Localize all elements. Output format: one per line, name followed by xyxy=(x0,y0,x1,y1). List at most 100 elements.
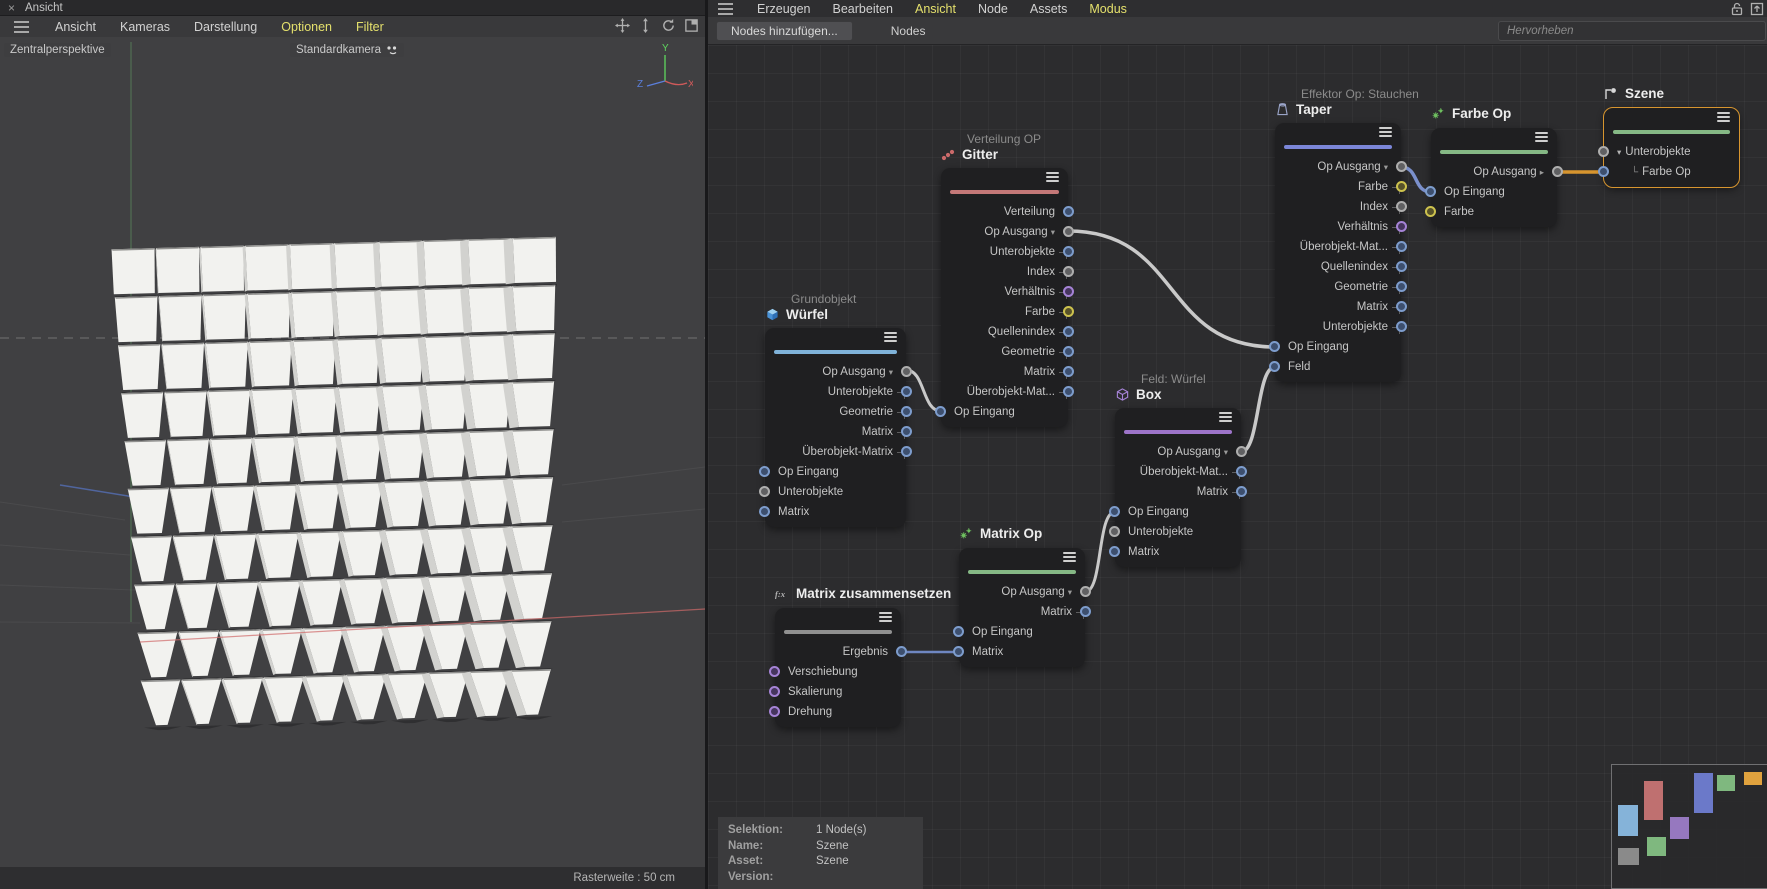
port-in-drehung[interactable] xyxy=(769,706,780,717)
dropdown-arrow-icon[interactable]: ▾ xyxy=(889,367,893,377)
close-icon[interactable]: × xyxy=(8,1,15,15)
3d-viewport[interactable]: Zentralperspektive Standardkamera Y Z X … xyxy=(0,37,705,889)
port-out-ergebnis[interactable] xyxy=(896,646,907,657)
port-label: Geometrie xyxy=(1334,281,1388,293)
port-out-index[interactable] xyxy=(1396,201,1407,212)
maximize-icon[interactable] xyxy=(684,18,699,33)
node-name: Taper xyxy=(1296,102,1332,117)
pan-icon[interactable] xyxy=(615,18,630,33)
port-in-op-eingang[interactable] xyxy=(935,406,946,417)
port-out-op-ausgang[interactable] xyxy=(1236,446,1247,457)
port-out-index[interactable] xyxy=(1063,266,1074,277)
node-menu-icon[interactable] xyxy=(1535,136,1548,138)
node-szene[interactable]: ▾Unterobjekte└Farbe Op xyxy=(1604,108,1739,187)
node-gitter[interactable]: VerteilungOp Ausgang▾UnterobjekteIndexVe… xyxy=(941,168,1068,427)
dropdown-arrow-icon[interactable]: ▾ xyxy=(1068,587,1072,597)
dolly-icon[interactable] xyxy=(638,18,653,33)
port-out-quellenindex[interactable] xyxy=(1063,326,1074,337)
dropdown-arrow-icon[interactable]: ▸ xyxy=(1540,167,1544,177)
camera-name-label[interactable]: Standardkamera xyxy=(290,43,404,57)
port-in-skalierung[interactable] xyxy=(769,686,780,697)
axis-gizmo[interactable]: Y Z X xyxy=(633,41,693,91)
port-out-überobjekt-mat-[interactable] xyxy=(1063,386,1074,397)
port-out-unterobjekte[interactable] xyxy=(1063,246,1074,257)
port-out-unterobjekte[interactable] xyxy=(901,386,912,397)
port-out-farbe[interactable] xyxy=(1063,306,1074,317)
port-in-unterobjekte[interactable] xyxy=(1598,146,1609,157)
port-out-überobjekt-mat-[interactable] xyxy=(1236,466,1247,477)
menu-darstellung[interactable]: Darstellung xyxy=(194,20,257,34)
rotate-icon[interactable] xyxy=(661,18,676,33)
port-out-op-ausgang[interactable] xyxy=(901,366,912,377)
cube-purple-icon xyxy=(1115,388,1129,402)
node-taper[interactable]: Op Ausgang▾FarbeIndexVerhältnisÜberobjek… xyxy=(1275,123,1401,382)
port-out-farbe[interactable] xyxy=(1396,181,1407,192)
port-out-matrix[interactable] xyxy=(1063,366,1074,377)
port-in-op-eingang[interactable] xyxy=(1109,506,1120,517)
port-out-matrix[interactable] xyxy=(1236,486,1247,497)
perspective-label[interactable]: Zentralperspektive xyxy=(4,43,111,57)
port-out-op-ausgang[interactable] xyxy=(1552,166,1563,177)
port-out-verteilung[interactable] xyxy=(1063,206,1074,217)
port-in-op-eingang[interactable] xyxy=(1425,186,1436,197)
node-graph-canvas[interactable]: GrundobjektWürfelOp Ausgang▾Unterobjekte… xyxy=(708,45,1767,889)
node-matrix-zusammensetzen[interactable]: ErgebnisVerschiebungSkalierungDrehung xyxy=(775,608,901,727)
port-out-geometrie[interactable] xyxy=(1396,281,1407,292)
port-out-matrix[interactable] xyxy=(901,426,912,437)
port-out-quellenindex[interactable] xyxy=(1396,261,1407,272)
port-out-unterobjekte[interactable] xyxy=(1396,321,1407,332)
port-out-op-ausgang[interactable] xyxy=(1063,226,1074,237)
port-label: Unterobjekte xyxy=(828,386,893,398)
port-out-matrix[interactable] xyxy=(1080,606,1091,617)
port-in-matrix[interactable] xyxy=(953,646,964,657)
port-in-op-eingang[interactable] xyxy=(759,466,770,477)
dropdown-arrow-icon[interactable]: ▾ xyxy=(1384,162,1388,172)
dropdown-arrow-icon[interactable]: ▾ xyxy=(1051,227,1055,237)
node-wuerfel[interactable]: Op Ausgang▾UnterobjekteGeometrieMatrixÜb… xyxy=(765,328,906,527)
port-label: Überobjekt-Mat... xyxy=(1140,466,1228,478)
port-out-geometrie[interactable] xyxy=(1063,346,1074,357)
node-box[interactable]: Op Ausgang▾Überobjekt-Mat...MatrixOp Ein… xyxy=(1115,408,1241,567)
node-farbe-op[interactable]: Op Ausgang▸Op EingangFarbe xyxy=(1431,128,1557,227)
port-in-verschiebung[interactable] xyxy=(769,666,780,677)
port-in-matrix[interactable] xyxy=(759,506,770,517)
port-out-matrix[interactable] xyxy=(1396,301,1407,312)
hamburger-icon[interactable] xyxy=(14,26,29,28)
node-menu-icon[interactable] xyxy=(884,336,897,338)
port-out-überobjekt-mat-[interactable] xyxy=(1396,241,1407,252)
port-out-op-ausgang[interactable] xyxy=(1396,161,1407,172)
node-menu-icon[interactable] xyxy=(1717,116,1730,118)
port-in-unterobjekte[interactable] xyxy=(1109,526,1120,537)
node-menu-icon[interactable] xyxy=(879,616,892,618)
node-matrix-op[interactable]: Op Ausgang▾MatrixOp EingangMatrix xyxy=(959,548,1085,667)
gears-green-icon xyxy=(959,527,973,541)
minimap[interactable] xyxy=(1611,764,1767,889)
menu-kameras[interactable]: Kameras xyxy=(120,20,170,34)
port-out-verhältnis[interactable] xyxy=(1063,286,1074,297)
port-out-geometrie[interactable] xyxy=(901,406,912,417)
expand-triangle-icon[interactable]: ▾ xyxy=(1617,147,1621,157)
port-out-verhältnis[interactable] xyxy=(1396,221,1407,232)
port-in-feld[interactable] xyxy=(1269,361,1280,372)
node-menu-icon[interactable] xyxy=(1046,176,1059,178)
port-in-farbe-op[interactable] xyxy=(1598,166,1609,177)
node-menu-icon[interactable] xyxy=(1063,556,1076,558)
port-out-op-ausgang[interactable] xyxy=(1080,586,1091,597)
port-in-matrix[interactable] xyxy=(1109,546,1120,557)
port-in-unterobjekte[interactable] xyxy=(759,486,770,497)
menu-ansicht[interactable]: Ansicht xyxy=(55,20,96,34)
dropdown-arrow-icon[interactable]: ▾ xyxy=(1224,447,1228,457)
node-menu-icon[interactable] xyxy=(1379,131,1392,133)
menu-filter[interactable]: Filter xyxy=(356,20,384,34)
port-in-op-eingang[interactable] xyxy=(1269,341,1280,352)
port-in-farbe[interactable] xyxy=(1425,206,1436,217)
node-color-strip xyxy=(968,570,1076,574)
port-out-überobjekt-matrix[interactable] xyxy=(901,446,912,457)
status-row: Version: xyxy=(728,870,913,886)
svg-text:f:x: f:x xyxy=(775,589,786,599)
menu-optionen[interactable]: Optionen xyxy=(281,20,332,34)
port-in-op-eingang[interactable] xyxy=(953,626,964,637)
port-row-verschiebung: Verschiebung xyxy=(775,662,901,682)
node-menu-icon[interactable] xyxy=(1219,416,1232,418)
port-row-überobjekt-mat-: Überobjekt-Mat... xyxy=(1275,237,1401,257)
